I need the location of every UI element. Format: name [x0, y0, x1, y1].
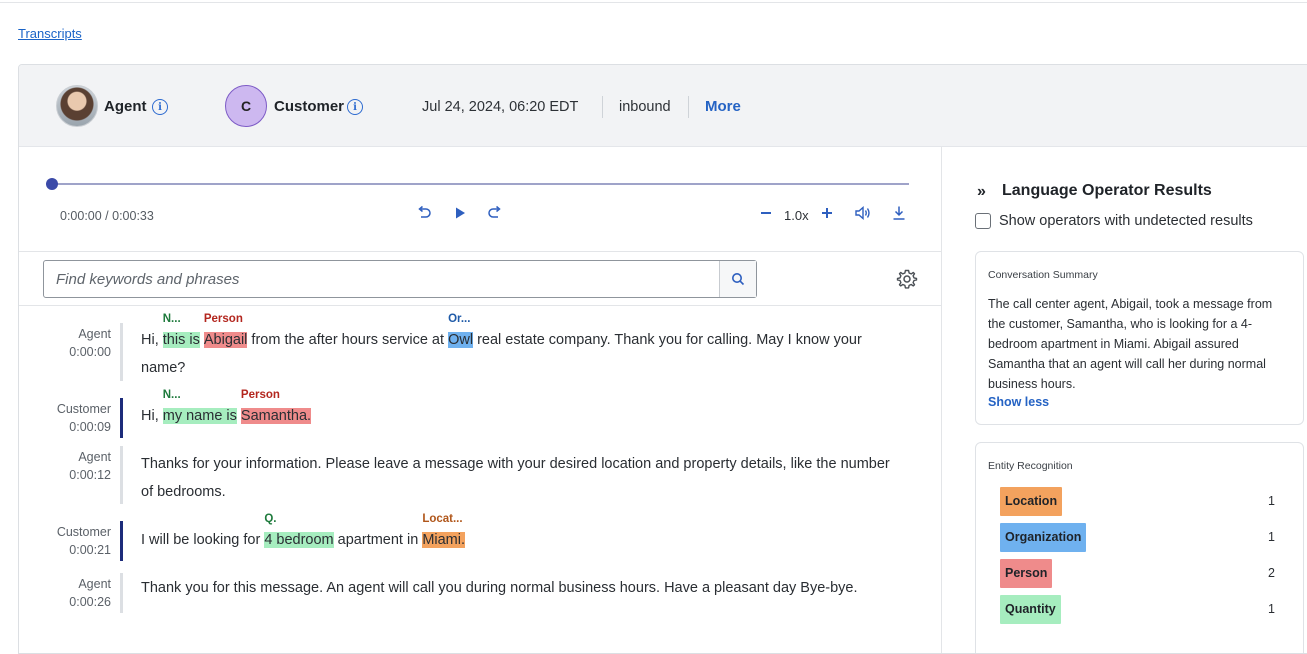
- more-button[interactable]: More: [705, 98, 741, 115]
- segment-text: Hi, N... this is Person Abigail from the a…: [141, 313, 862, 376]
- search-button[interactable]: [719, 261, 756, 297]
- speed-increase-icon[interactable]: [817, 203, 837, 223]
- divider: [688, 96, 689, 118]
- playback-speed: 1.0x: [784, 208, 809, 223]
- entity-label-organization[interactable]: Organization: [1000, 523, 1087, 552]
- top-divider: [0, 0, 1307, 3]
- divider: [19, 305, 942, 306]
- segment-speaker: Agent 0:00:12: [19, 448, 111, 484]
- entity-tag: Q.: [264, 513, 277, 525]
- conversation-summary-card: Conversation Summary The call center age…: [975, 251, 1304, 425]
- speed-decrease-icon[interactable]: [756, 203, 776, 223]
- entity-highlight[interactable]: Or... Owl: [448, 313, 474, 348]
- segment-text: Hi, N... my name is Person Samantha.: [141, 389, 312, 424]
- speaker-bar: [120, 446, 123, 504]
- breadcrumb-transcripts[interactable]: Transcripts: [18, 26, 82, 41]
- entity-title: Entity Recognition: [988, 460, 1073, 472]
- entity-highlight[interactable]: N... my name is: [162, 389, 237, 424]
- segment-timestamp[interactable]: 0:00:12: [19, 466, 111, 484]
- speaker-name: Agent: [78, 450, 111, 464]
- speaker-bar: [120, 521, 123, 561]
- segment-timestamp[interactable]: 0:00:09: [19, 418, 111, 436]
- entity-highlight[interactable]: Person Abigail: [203, 313, 248, 348]
- forward-icon[interactable]: [485, 203, 505, 223]
- entity-tag: Person: [240, 389, 280, 401]
- divider: [19, 251, 942, 252]
- segment-text: Thank you for this message. An agent wil…: [141, 580, 858, 596]
- audio-progress-handle[interactable]: [46, 178, 58, 190]
- speaker-bar: [120, 398, 123, 438]
- segment-timestamp[interactable]: 0:00:00: [19, 343, 111, 361]
- collapse-panel-icon[interactable]: »: [977, 183, 986, 201]
- entity-label-quantity[interactable]: Quantity: [1000, 595, 1061, 624]
- speaker-name: Customer: [56, 402, 111, 416]
- transcript-panel: 0:00:00 / 0:00:33 1.0x Find keywords and…: [19, 147, 942, 653]
- speaker-name: Customer: [56, 525, 111, 539]
- entity-highlight[interactable]: Locat... Miami.: [422, 513, 466, 548]
- entity-highlight[interactable]: Q. 4 bedroom: [264, 513, 334, 548]
- segment-text: I will be looking for Q. 4 bedroom apartm…: [141, 513, 466, 548]
- keyword-search: [43, 260, 757, 298]
- summary-title: Conversation Summary: [988, 269, 1098, 281]
- entity-highlight[interactable]: Person Samantha.: [240, 389, 312, 424]
- rewind-icon[interactable]: [414, 203, 434, 223]
- entity-tag: Or...: [448, 313, 471, 325]
- speaker-bar: [120, 573, 123, 613]
- entity-count: 2: [1268, 566, 1275, 580]
- segment-speaker: Customer 0:00:21: [19, 523, 111, 559]
- search-icon: [732, 273, 745, 286]
- segment-speaker: Customer 0:00:09: [19, 400, 111, 436]
- entity-highlight[interactable]: N... this is: [162, 313, 200, 348]
- playback-time: 0:00:00 / 0:00:33: [60, 209, 154, 223]
- customer-label: Customer: [274, 98, 345, 115]
- entity-tag: Locat...: [422, 513, 463, 525]
- call-datetime: Jul 24, 2024, 06:20 EDT: [422, 99, 579, 115]
- entity-label-person[interactable]: Person: [1000, 559, 1053, 588]
- search-input[interactable]: [44, 261, 720, 297]
- call-header: Agent i C Customer i Jul 24, 2024, 06:20…: [19, 65, 1307, 147]
- transcript-card: Agent i C Customer i Jul 24, 2024, 06:20…: [18, 64, 1307, 654]
- agent-label: Agent: [104, 98, 147, 115]
- show-less-link[interactable]: Show less: [988, 395, 1049, 409]
- entity-recognition-card: Entity Recognition Location 1 Organization…: [975, 442, 1304, 653]
- customer-avatar: C: [225, 85, 267, 127]
- entity-count: 1: [1268, 530, 1275, 544]
- summary-text: The call center agent, Abigail, took a m…: [988, 297, 1273, 391]
- call-direction: inbound: [619, 99, 671, 115]
- show-undetected-checkbox[interactable]: [975, 213, 991, 229]
- entity-tag: N...: [162, 313, 181, 325]
- operators-title: Language Operator Results: [1002, 182, 1212, 199]
- agent-avatar: [56, 85, 98, 127]
- speaker-bar: [120, 323, 123, 381]
- audio-progress-track[interactable]: [51, 183, 909, 185]
- divider: [602, 96, 603, 118]
- entity-tag: Person: [203, 313, 243, 325]
- entity-label-location[interactable]: Location: [1000, 487, 1063, 516]
- segment-timestamp[interactable]: 0:00:26: [19, 593, 111, 611]
- download-icon[interactable]: [889, 203, 909, 223]
- segment-timestamp[interactable]: 0:00:21: [19, 541, 111, 559]
- customer-info-icon[interactable]: i: [347, 99, 363, 115]
- agent-info-icon[interactable]: i: [152, 99, 168, 115]
- entity-count: 1: [1268, 602, 1275, 616]
- play-icon[interactable]: [450, 203, 470, 223]
- speaker-name: Agent: [78, 327, 111, 341]
- show-undetected-label: Show operators with undetected results: [999, 213, 1253, 229]
- speaker-name: Agent: [78, 577, 111, 591]
- volume-icon[interactable]: [853, 203, 873, 223]
- segment-text: Thanks for your information. Please leav…: [141, 456, 890, 500]
- operators-panel: » Language Operator Results Show operato…: [942, 147, 1307, 653]
- segment-speaker: Agent 0:00:00: [19, 325, 111, 361]
- gear-icon[interactable]: [896, 268, 918, 290]
- segment-speaker: Agent 0:00:26: [19, 575, 111, 611]
- entity-tag: N...: [162, 389, 181, 401]
- entity-count: 1: [1268, 494, 1275, 508]
